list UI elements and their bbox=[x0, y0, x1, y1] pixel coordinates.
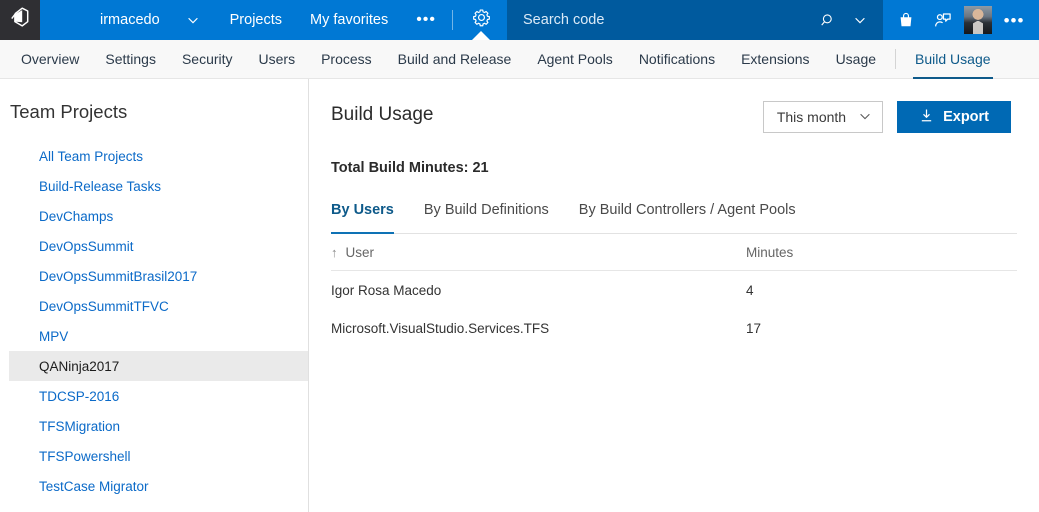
cell-user: Microsoft.VisualStudio.Services.TFS bbox=[331, 320, 550, 336]
usage-table: ↑ User Minutes Igor Rosa Macedo 4 Micros… bbox=[331, 234, 1039, 347]
sidebar-item-build-release-tasks[interactable]: Build-Release Tasks bbox=[9, 171, 308, 201]
hub-tab-notifications[interactable]: Notifications bbox=[626, 40, 728, 78]
hub-tab-build-and-release[interactable]: Build and Release bbox=[385, 40, 525, 78]
sidebar-item-tdcsp-2016[interactable]: TDCSP-2016 bbox=[9, 381, 308, 411]
user-feedback-icon[interactable] bbox=[925, 0, 959, 40]
table-row[interactable]: Igor Rosa Macedo 4 bbox=[331, 271, 1017, 309]
ellipsis-icon[interactable]: ••• bbox=[997, 0, 1031, 40]
sidebar-item-devopssummit[interactable]: DevOpsSummit bbox=[9, 231, 308, 261]
table-header-row: ↑ User Minutes bbox=[331, 234, 1017, 271]
chevron-down-icon[interactable] bbox=[847, 6, 873, 34]
export-button[interactable]: Export bbox=[897, 101, 1011, 133]
export-button-label: Export bbox=[943, 109, 989, 125]
column-header-user-label: User bbox=[345, 244, 375, 260]
hub-tab-overview[interactable]: Overview bbox=[8, 40, 92, 78]
nav-more-menu[interactable]: ••• bbox=[402, 0, 450, 40]
chevron-down-icon bbox=[186, 13, 200, 27]
gear-icon bbox=[472, 8, 491, 32]
sidebar-item-devchamps[interactable]: DevChamps bbox=[9, 201, 308, 231]
search-input[interactable]: Search code bbox=[523, 12, 815, 28]
header-actions: This month Export bbox=[762, 101, 1011, 133]
user-avatar-image bbox=[964, 6, 992, 34]
content-header: Build Usage This month Export bbox=[331, 101, 1039, 133]
sidebar-item-tfspowershell[interactable]: TFSPowershell bbox=[9, 441, 308, 471]
tab-by-build-controllers-agent-pools[interactable]: By Build Controllers / Agent Pools bbox=[579, 202, 812, 234]
hub-tab-extensions[interactable]: Extensions bbox=[728, 40, 822, 78]
top-navigation-bar: irmacedo Projects My favorites ••• Searc… bbox=[0, 0, 1039, 40]
hub-tab-divider bbox=[895, 49, 897, 69]
team-projects-list: All Team Projects Build-Release Tasks De… bbox=[0, 141, 308, 501]
cell-minutes: 4 bbox=[746, 282, 754, 298]
nav-link-my-favorites[interactable]: My favorites bbox=[296, 0, 402, 40]
active-hub-caret bbox=[472, 31, 491, 40]
hub-tab-settings[interactable]: Settings bbox=[92, 40, 169, 78]
sort-ascending-arrow-icon: ↑ bbox=[331, 244, 338, 260]
search-actions bbox=[815, 6, 883, 34]
vsts-logo-icon bbox=[9, 6, 31, 34]
top-bar-actions: ••• bbox=[883, 0, 1039, 40]
hub-tab-build-usage[interactable]: Build Usage bbox=[902, 40, 1004, 79]
total-build-minutes: Total Build Minutes: 21 bbox=[331, 160, 489, 176]
tab-by-users[interactable]: By Users bbox=[331, 202, 410, 234]
sidebar-item-testcase-migrator[interactable]: TestCase Migrator bbox=[9, 471, 308, 501]
search-box[interactable]: Search code bbox=[507, 0, 883, 40]
page-body: Team Projects All Team Projects Build-Re… bbox=[0, 79, 1039, 512]
cell-user: Igor Rosa Macedo bbox=[331, 282, 442, 298]
team-projects-sidebar: Team Projects All Team Projects Build-Re… bbox=[0, 79, 309, 512]
sidebar-item-mpv[interactable]: MPV bbox=[9, 321, 308, 351]
hub-tab-process[interactable]: Process bbox=[308, 40, 385, 78]
nav-link-projects[interactable]: Projects bbox=[214, 0, 296, 40]
hub-tab-usage[interactable]: Usage bbox=[823, 40, 889, 78]
sidebar-item-all-team-projects[interactable]: All Team Projects bbox=[9, 141, 308, 171]
overflow-menu-label: ••• bbox=[1003, 10, 1025, 30]
table-row[interactable]: Microsoft.VisualStudio.Services.TFS 17 bbox=[331, 309, 1017, 347]
top-nav-links: Projects My favorites ••• bbox=[213, 0, 451, 40]
sidebar-item-devopssummittfvc[interactable]: DevOpsSummitTFVC bbox=[9, 291, 308, 321]
cell-minutes: 17 bbox=[746, 320, 762, 336]
search-icon[interactable] bbox=[815, 6, 841, 34]
download-icon bbox=[919, 108, 934, 127]
period-dropdown[interactable]: This month bbox=[762, 101, 884, 133]
chevron-down-icon bbox=[858, 109, 872, 126]
account-name: irmacedo bbox=[100, 12, 160, 28]
hub-tab-users[interactable]: Users bbox=[246, 40, 309, 78]
hub-tab-agent-pools[interactable]: Agent Pools bbox=[524, 40, 626, 78]
period-value: This month bbox=[776, 109, 847, 125]
sidebar-item-tfsmigration[interactable]: TFSMigration bbox=[9, 411, 308, 441]
account-selector[interactable]: irmacedo bbox=[40, 0, 214, 40]
settings-button[interactable] bbox=[455, 0, 507, 40]
shopping-bag-icon[interactable] bbox=[889, 0, 923, 40]
tab-by-build-definitions[interactable]: By Build Definitions bbox=[424, 202, 565, 234]
avatar[interactable] bbox=[961, 0, 995, 40]
vsts-logo-button[interactable] bbox=[0, 0, 40, 40]
page-title: Build Usage bbox=[331, 104, 434, 125]
build-usage-content: Build Usage This month Export Total Buil… bbox=[309, 79, 1039, 512]
column-header-minutes[interactable]: Minutes bbox=[746, 245, 1017, 260]
top-nav-divider bbox=[452, 10, 454, 30]
sidebar-title: Team Projects bbox=[10, 101, 128, 122]
sidebar-item-devopssummitbrasil2017[interactable]: DevOpsSummitBrasil2017 bbox=[9, 261, 308, 291]
admin-hub-tabs: Overview Settings Security Users Process… bbox=[0, 40, 1039, 79]
hub-tab-security[interactable]: Security bbox=[169, 40, 246, 78]
sidebar-item-qaninja2017[interactable]: QANinja2017 bbox=[9, 351, 308, 381]
column-header-user[interactable]: ↑ User bbox=[331, 245, 746, 260]
usage-breakdown-tabs: By Users By Build Definitions By Build C… bbox=[331, 202, 1039, 234]
